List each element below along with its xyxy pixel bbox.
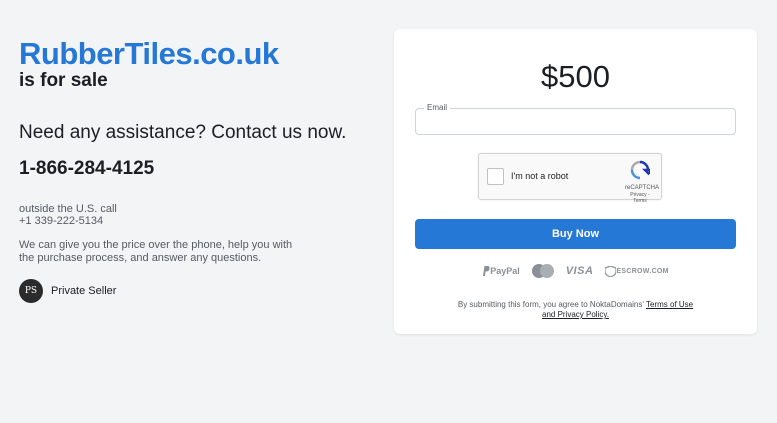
purchase-card: $500 Email I'm not a robot reCAPTCHA Pri…	[394, 29, 757, 334]
email-label: Email	[424, 103, 451, 113]
payment-methods: PayPal VISA ESCROW.COM	[394, 264, 757, 278]
description: We can give you the price over the phone…	[19, 239, 293, 264]
assistance-heading: Need any assistance? Contact us now.	[19, 122, 347, 143]
recaptcha-logo: reCAPTCHA Privacy - Terms	[625, 160, 660, 204]
alt-phone-number[interactable]: +1 339-222-5134	[19, 215, 359, 227]
outside-us-label: outside the U.S. call	[19, 203, 117, 215]
recaptcha-icon	[630, 160, 656, 180]
for-sale-label: is for sale	[19, 70, 108, 91]
phone-number[interactable]: 1-866-284-4125	[19, 157, 359, 181]
recaptcha-widget: I'm not a robot reCAPTCHA Privacy - Term…	[478, 153, 662, 204]
paypal-icon: PayPal	[482, 266, 520, 276]
email-field[interactable]	[416, 109, 735, 134]
paypal-label: PayPal	[490, 266, 520, 276]
recaptcha-checkbox[interactable]	[487, 168, 504, 185]
terms-prefix: By submitting this form, you agree to No…	[457, 300, 644, 309]
mastercard-icon	[531, 264, 554, 278]
price: $500	[541, 59, 610, 94]
visa-icon: VISA	[565, 265, 594, 277]
sale-info: RubberTiles.co.uk is for sale Need any a…	[19, 36, 359, 303]
seller-name: Private Seller	[51, 285, 117, 297]
recaptcha-label: I'm not a robot	[511, 171, 569, 181]
escrow-icon: ESCROW.COM	[605, 265, 669, 277]
terms-notice: By submitting this form, you agree to No…	[454, 300, 697, 320]
seller-info: PS Private Seller	[19, 279, 359, 303]
email-field-wrapper: Email	[415, 103, 736, 135]
escrow-label: ESCROW.COM	[616, 267, 669, 275]
avatar: PS	[19, 279, 43, 303]
recaptcha-brand: reCAPTCHA	[625, 185, 660, 191]
buy-now-button[interactable]: Buy Now	[415, 219, 736, 249]
recaptcha-terms[interactable]: Privacy - Terms	[625, 192, 655, 204]
domain-title: RubberTiles.co.uk	[19, 36, 279, 71]
